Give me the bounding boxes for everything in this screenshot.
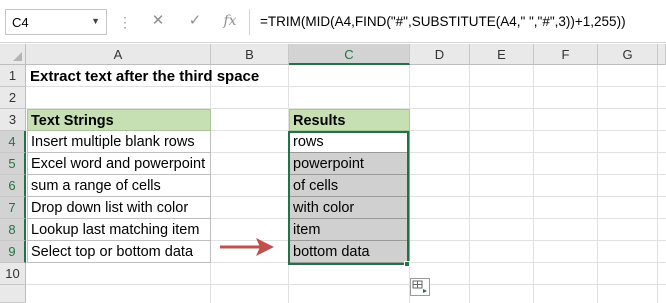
column-header-a[interactable]: A	[26, 44, 211, 65]
gridline	[26, 284, 666, 285]
row-header-2[interactable]: 2	[0, 87, 26, 109]
row-header-4[interactable]: 4	[0, 131, 26, 153]
result-cell[interactable]: bottom data	[289, 241, 410, 263]
column-header-d[interactable]: D	[410, 44, 470, 65]
row-header-7[interactable]: 7	[0, 197, 26, 219]
text-string-cell[interactable]: Excel word and powerpoint	[27, 153, 211, 175]
insert-function-icon[interactable]: fx	[217, 8, 243, 34]
quick-analysis-icon[interactable]	[410, 278, 430, 296]
formula-bar-area: C4 ▼ ⋮ ✕ ✓ fx =TRIM(MID(A4,FIND("#",SUBS…	[0, 0, 666, 43]
formula-bar-grip-icon: ⋮	[118, 14, 132, 30]
row-header-11[interactable]	[0, 285, 26, 303]
text-string-cell[interactable]: Select top or bottom data	[27, 241, 211, 263]
name-box[interactable]: C4 ▼	[5, 9, 107, 35]
cancel-icon[interactable]: ✕	[145, 8, 171, 34]
text-string-cell[interactable]: Drop down list with color	[27, 197, 211, 219]
text-string-cell[interactable]: sum a range of cells	[27, 175, 211, 197]
row-header-5[interactable]: 5	[0, 153, 26, 175]
fill-handle[interactable]	[404, 261, 410, 267]
result-cell[interactable]: with color	[289, 197, 410, 219]
name-box-dropdown-icon[interactable]: ▼	[91, 16, 100, 26]
result-cell[interactable]: of cells	[289, 175, 410, 197]
gridline	[533, 65, 534, 303]
formula-text: =TRIM(MID(A4,FIND("#",SUBSTITUTE(A4," ",…	[260, 14, 626, 29]
column-header-c[interactable]: C	[289, 44, 410, 65]
column-header-h[interactable]	[658, 44, 666, 65]
row-header-6[interactable]: 6	[0, 175, 26, 197]
column-header-e[interactable]: E	[470, 44, 534, 65]
row-header-1[interactable]: 1	[0, 65, 26, 87]
select-all-corner[interactable]	[0, 44, 26, 65]
result-cell[interactable]: item	[289, 219, 410, 241]
results-header[interactable]: Results	[289, 109, 410, 131]
result-cell-active[interactable]: rows	[289, 131, 410, 153]
text-string-cell[interactable]: Insert multiple blank rows	[27, 131, 211, 153]
formula-input[interactable]: =TRIM(MID(A4,FIND("#",SUBSTITUTE(A4," ",…	[249, 9, 666, 35]
text-string-cell[interactable]: Lookup last matching item	[27, 219, 211, 241]
sheet-title[interactable]: Extract text after the third space	[27, 66, 407, 88]
row-header-10[interactable]: 10	[0, 263, 26, 285]
column-header-b[interactable]: B	[211, 44, 289, 65]
spreadsheet-grid: A B C D E F G 1 2 3 4 5 6 7 8 9 10 Extra…	[0, 44, 666, 303]
row-header-3[interactable]: 3	[0, 109, 26, 131]
column-header-f[interactable]: F	[534, 44, 598, 65]
text-strings-header[interactable]: Text Strings	[27, 109, 211, 131]
enter-check-icon[interactable]: ✓	[182, 8, 208, 34]
gridline	[597, 65, 598, 303]
name-box-value: C4	[12, 15, 29, 30]
gridline	[469, 65, 470, 303]
column-header-g[interactable]: G	[598, 44, 658, 65]
row-header-9[interactable]: 9	[0, 241, 26, 263]
gridline	[657, 65, 658, 303]
right-arrow-icon	[220, 238, 274, 256]
result-cell[interactable]: powerpoint	[289, 153, 410, 175]
row-header-8[interactable]: 8	[0, 219, 26, 241]
